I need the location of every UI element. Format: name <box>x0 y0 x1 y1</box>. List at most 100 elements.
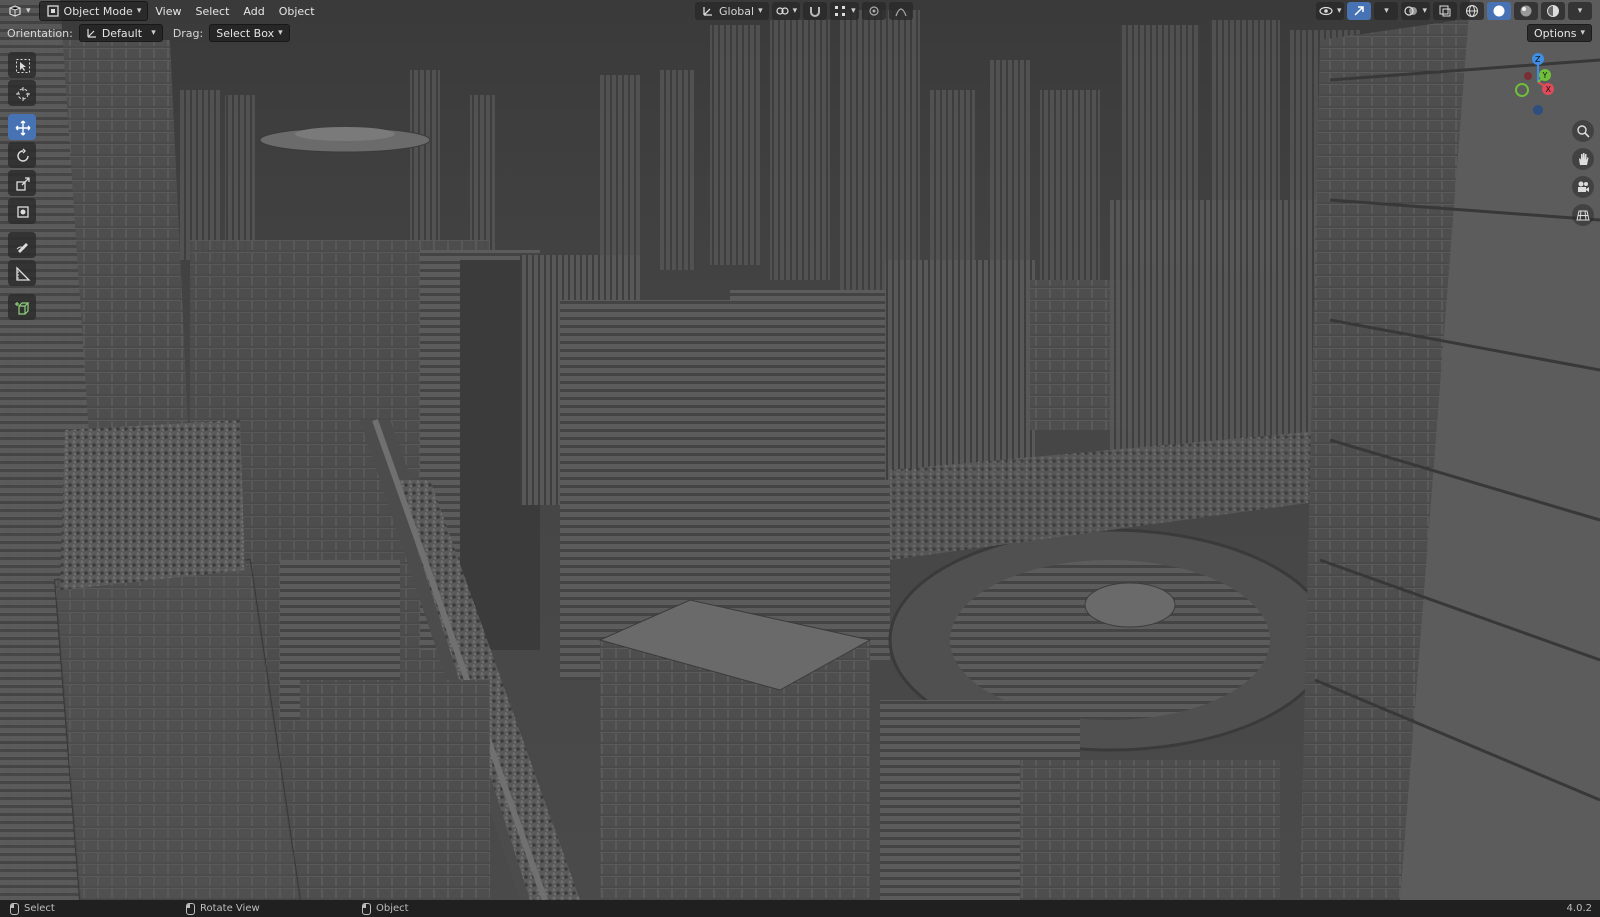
axis-neg-y-handle[interactable] <box>1515 83 1529 97</box>
gizmo-toggle[interactable] <box>1347 2 1372 20</box>
snap-toggle[interactable] <box>803 2 828 20</box>
shading-dropdown[interactable]: ▾ <box>1568 2 1592 20</box>
grid-perspective-icon <box>1576 208 1590 222</box>
zoom-button[interactable] <box>1572 120 1594 142</box>
tool-select-box[interactable] <box>8 52 36 78</box>
wireframe-sphere-icon <box>1465 4 1479 18</box>
gizmo-arrow-icon <box>1352 4 1366 18</box>
axis-neg-z-handle[interactable] <box>1533 105 1543 115</box>
tool-add-cube[interactable] <box>8 294 36 320</box>
snap-target-dropdown[interactable]: ▾ <box>830 2 859 20</box>
orientation-value: Default <box>101 26 143 40</box>
solid-sphere-icon <box>1492 4 1506 18</box>
drag-field-label: Drag: <box>172 26 204 40</box>
drag-value: Select Box <box>216 26 275 40</box>
orientation-field-label: Orientation: <box>7 26 73 40</box>
pivot-point-button[interactable]: ▾ <box>771 2 801 20</box>
camera-view-button[interactable] <box>1572 176 1594 198</box>
overlays-icon <box>1404 4 1418 18</box>
status-left-label: Select <box>24 903 55 914</box>
pivot-icon <box>775 4 789 18</box>
navigation-gizmo[interactable]: Z X Y <box>1500 50 1570 120</box>
mouse-left-icon <box>10 902 19 915</box>
visibility-dropdown[interactable]: ▾ <box>1315 2 1345 20</box>
axis-y-label: Y <box>1542 71 1548 80</box>
tool-move[interactable] <box>8 114 36 140</box>
3d-viewport-icon <box>8 4 22 18</box>
tool-cursor[interactable] <box>8 80 36 106</box>
proportional-icon <box>867 4 881 18</box>
options-dropdown[interactable]: Options ▾ <box>1527 24 1592 42</box>
add-cube-icon <box>15 300 30 315</box>
axis-z-label: Z <box>1535 55 1541 64</box>
city-scene-render <box>0 0 1600 900</box>
shading-wireframe-button[interactable] <box>1460 2 1484 20</box>
toolbar <box>8 52 38 320</box>
editor-type-button[interactable]: ▾ <box>2 2 37 20</box>
transform-icon <box>15 204 29 218</box>
chevron-down-icon: ▾ <box>792 6 798 16</box>
falloff-dropdown[interactable] <box>888 2 913 20</box>
drag-dropdown[interactable]: Select Box ▾ <box>209 24 290 42</box>
move-arrows-icon <box>15 120 31 136</box>
menu-view[interactable]: View <box>148 2 188 20</box>
chevron-down-icon: ▾ <box>136 6 142 16</box>
menu-add[interactable]: Add <box>236 2 271 20</box>
camera-icon <box>1576 180 1590 194</box>
mode-label: Object Mode <box>63 4 133 18</box>
shading-material-button[interactable] <box>1514 2 1538 20</box>
snap-grid-icon <box>833 4 847 18</box>
axis-x-label: X <box>1546 85 1552 94</box>
header-center-tools: Global ▾ ▾ ▾ <box>695 2 913 20</box>
mode-dropdown[interactable]: Object Mode ▾ <box>38 1 149 21</box>
perspective-toggle-button[interactable] <box>1572 204 1594 226</box>
material-sphere-icon <box>1519 4 1533 18</box>
chevron-down-icon: ▾ <box>278 28 283 38</box>
tool-measure[interactable] <box>8 260 36 286</box>
shading-solid-button[interactable] <box>1487 2 1511 20</box>
pan-button[interactable] <box>1572 148 1594 170</box>
status-bar: Select Rotate View Object 4.0.2 <box>0 900 1600 917</box>
xray-icon <box>1438 4 1452 18</box>
ruler-icon <box>15 266 31 281</box>
status-right-label: Object <box>376 903 409 914</box>
menu-select[interactable]: Select <box>188 2 236 20</box>
orientation-label: Global <box>719 4 755 18</box>
options-label: Options <box>1534 26 1577 40</box>
menu-object[interactable]: Object <box>272 2 322 20</box>
rendered-sphere-icon <box>1546 4 1560 18</box>
status-middle-click: Rotate View <box>186 902 260 915</box>
orientation-dropdown[interactable]: Default ▾ <box>78 24 163 42</box>
version-label: 4.0.2 <box>1566 903 1592 914</box>
chevron-down-icon: ▾ <box>1580 28 1585 38</box>
chevron-down-icon: ▾ <box>26 6 31 16</box>
tool-settings-bar: Orientation: Default ▾ Drag: Select Box … <box>0 23 1600 43</box>
chevron-down-icon: ▾ <box>1384 6 1389 16</box>
chevron-down-icon: ▾ <box>1577 6 1583 16</box>
proportional-editing-toggle[interactable] <box>861 2 886 20</box>
magnet-icon <box>808 4 822 18</box>
eye-icon <box>1319 4 1333 18</box>
3d-viewport[interactable]: ▾ Object Mode ▾ View Select Add Object G… <box>0 0 1600 900</box>
magnifier-icon <box>1576 124 1590 138</box>
xray-toggle[interactable] <box>1433 2 1457 20</box>
status-middle-label: Rotate View <box>200 903 260 914</box>
tool-transform[interactable] <box>8 198 36 224</box>
rotate-icon <box>15 148 29 162</box>
orientation-axes-icon <box>86 27 98 39</box>
status-right-click: Object <box>362 902 409 915</box>
overlays-toggle[interactable]: ▾ <box>1401 2 1430 20</box>
hand-icon <box>1576 152 1590 166</box>
axis-neg-x-handle[interactable] <box>1524 72 1532 80</box>
pencil-icon <box>15 238 29 253</box>
chevron-down-icon: ▾ <box>1336 6 1342 16</box>
tool-scale[interactable] <box>8 170 36 196</box>
transform-orientation-dropdown[interactable]: Global ▾ <box>695 2 769 20</box>
chevron-down-icon: ▾ <box>851 6 856 16</box>
tool-rotate[interactable] <box>8 142 36 168</box>
shading-rendered-button[interactable] <box>1541 2 1565 20</box>
tool-annotate[interactable] <box>8 232 36 258</box>
gizmo-dropdown[interactable]: ▾ <box>1374 2 1399 20</box>
3d-cursor-icon <box>15 86 30 101</box>
orientation-axes-icon <box>701 4 715 18</box>
